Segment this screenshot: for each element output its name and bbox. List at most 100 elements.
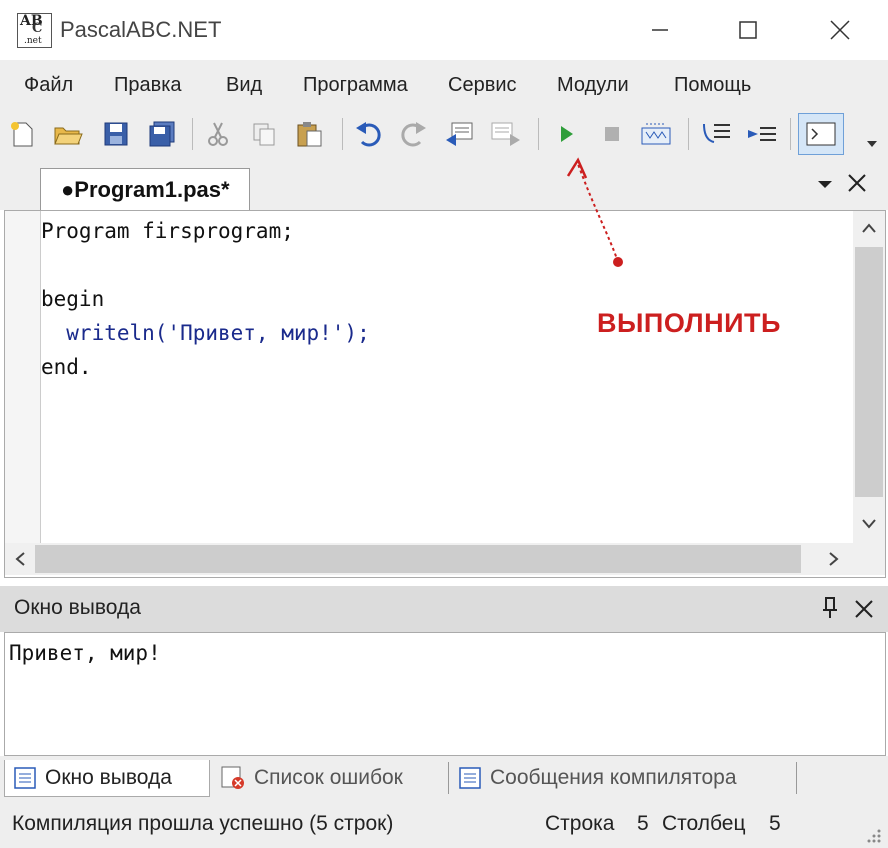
pin-button[interactable]	[820, 596, 840, 625]
tab-program1[interactable]: ●Program1.pas*	[40, 168, 250, 211]
chevron-down-icon	[867, 141, 877, 147]
chevron-left-icon	[15, 552, 25, 566]
output-panel-header: Окно вывода	[0, 586, 888, 632]
line-label: Строка	[545, 812, 615, 835]
vertical-scrollbar[interactable]	[853, 211, 885, 543]
run-icon	[561, 126, 573, 142]
menu-program[interactable]: Программа	[303, 74, 408, 97]
vertical-scroll-thumb[interactable]	[855, 247, 883, 497]
app-icon: AB C .net	[17, 13, 52, 48]
cut-icon	[208, 122, 228, 146]
code-line: Program firsprogram;	[41, 219, 294, 243]
redo-button[interactable]	[398, 118, 430, 150]
menu-edit[interactable]: Правка	[114, 74, 182, 97]
status-bar: Компиляция прошла успешно (5 строк) Стро…	[0, 800, 888, 848]
code-editor[interactable]: Program firsprogram; begin writeln('Прив…	[4, 210, 886, 578]
debug-button[interactable]	[640, 118, 672, 150]
output-text-area[interactable]: Привет, мир!	[4, 632, 886, 756]
step-over-button[interactable]	[746, 118, 778, 150]
maximize-icon	[739, 21, 757, 39]
chevron-up-icon	[862, 223, 876, 233]
redo-icon	[401, 122, 426, 147]
tab-label: Сообщения компилятора	[490, 766, 737, 789]
save-icon	[104, 122, 128, 146]
column-label: Столбец	[662, 812, 746, 835]
new-icon	[11, 122, 33, 147]
menu-help[interactable]: Помощь	[674, 74, 751, 97]
tab-label: ●Program1.pas*	[61, 177, 230, 202]
menu-service[interactable]: Сервис	[448, 74, 517, 97]
tab-error-list[interactable]: Список ошибок	[214, 760, 446, 796]
chevron-down-icon	[862, 519, 876, 529]
menu-view[interactable]: Вид	[226, 74, 262, 97]
paste-icon	[297, 122, 322, 147]
toolbar	[0, 106, 888, 161]
step-into-button[interactable]	[700, 118, 732, 150]
close-icon	[855, 600, 873, 618]
minimize-button[interactable]	[630, 10, 690, 50]
debug-icon	[641, 123, 671, 145]
save-all-button[interactable]	[146, 118, 178, 150]
output-window-icon	[14, 767, 36, 789]
tab-output-window[interactable]: Окно вывода	[4, 760, 210, 797]
run-annotation-label: ВЫПОЛНИТЬ	[597, 308, 781, 338]
close-tab-button[interactable]	[846, 172, 868, 199]
stop-button[interactable]	[596, 118, 628, 150]
status-message: Компиляция прошла успешно (5 строк)	[12, 812, 394, 835]
indent-button[interactable]	[490, 118, 522, 150]
step-into-icon	[703, 123, 730, 143]
new-button[interactable]	[6, 118, 38, 150]
unindent-button[interactable]	[444, 118, 476, 150]
toolbar-overflow-button[interactable]	[864, 136, 880, 155]
close-icon	[848, 174, 866, 192]
resize-grip-icon[interactable]	[864, 826, 882, 844]
editor-gutter	[5, 211, 41, 543]
tab-label: Окно вывода	[45, 766, 172, 789]
code-line: writeln('Привет, мир!');	[41, 321, 370, 345]
error-list-icon	[221, 766, 244, 789]
chevron-right-icon	[829, 552, 839, 566]
tab-compiler-messages[interactable]: Сообщения компилятора	[454, 760, 794, 796]
save-all-icon	[149, 121, 175, 147]
chevron-down-icon	[818, 181, 832, 188]
indent-left-icon	[446, 122, 473, 146]
annotation-arrow	[566, 157, 623, 267]
output-text: Привет, мир!	[9, 641, 161, 665]
open-button[interactable]	[52, 118, 84, 150]
menu-modules[interactable]: Модули	[557, 74, 629, 97]
code-line: end.	[41, 355, 92, 379]
code-line: begin	[41, 287, 105, 311]
menu-file[interactable]: Файл	[24, 74, 73, 97]
indent-right-icon	[491, 122, 520, 146]
horizontal-scroll-thumb[interactable]	[35, 545, 801, 573]
run-button[interactable]	[550, 118, 582, 150]
copy-button[interactable]	[248, 118, 280, 150]
open-icon	[54, 127, 83, 145]
column-value: 5	[769, 812, 781, 835]
copy-icon	[253, 123, 275, 146]
close-icon	[830, 20, 850, 40]
window-title: PascalABC.NET	[60, 17, 222, 42]
close-button[interactable]	[810, 10, 870, 50]
cut-button[interactable]	[202, 118, 234, 150]
pin-icon	[823, 597, 837, 618]
bottom-tab-strip: Окно вывода Список ошибок Сообщения комп…	[0, 756, 888, 800]
tab-list-button[interactable]	[815, 174, 835, 199]
close-output-button[interactable]	[853, 598, 875, 625]
scroll-corner	[853, 543, 885, 575]
compiler-messages-icon	[459, 767, 481, 789]
undo-button[interactable]	[352, 118, 384, 150]
console-icon	[806, 122, 836, 146]
stop-icon	[605, 127, 619, 141]
menu-bar: Файл Правка Вид Программа Сервис Модули …	[0, 60, 888, 106]
title-bar: AB C .net PascalABC.NET	[0, 0, 888, 60]
paste-button[interactable]	[294, 118, 326, 150]
maximize-button[interactable]	[718, 10, 778, 50]
console-button[interactable]	[798, 113, 844, 155]
undo-icon	[356, 122, 381, 147]
horizontal-scrollbar[interactable]	[5, 543, 853, 575]
tab-label: Список ошибок	[254, 766, 403, 789]
step-over-icon	[748, 127, 776, 141]
line-value: 5	[637, 812, 649, 835]
save-button[interactable]	[100, 118, 132, 150]
